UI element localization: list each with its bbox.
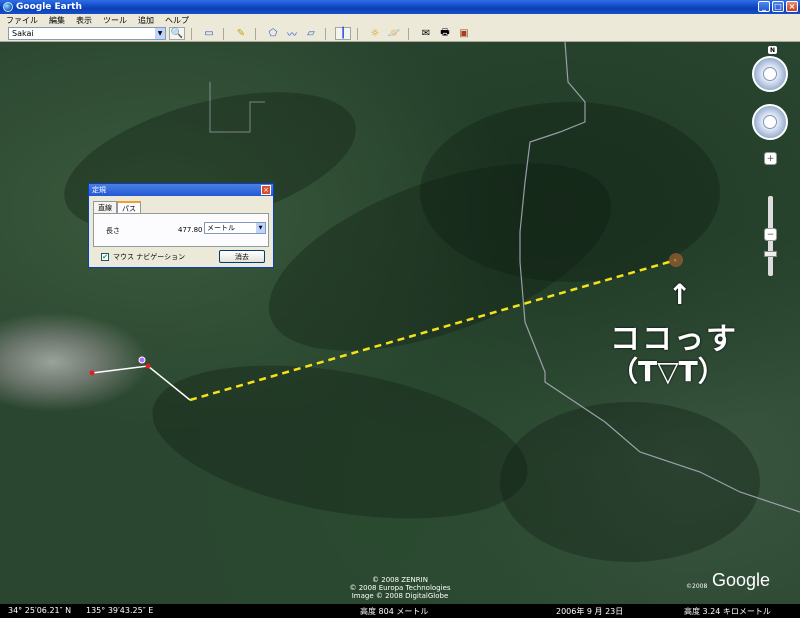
imagery-credits: © 2008 ZENRIN © 2008 Europa Technologies… bbox=[320, 576, 480, 600]
sunlight-button[interactable]: ☼ bbox=[367, 27, 383, 40]
ruler-close-button[interactable]: × bbox=[261, 185, 271, 195]
email-icon: ✉ bbox=[421, 28, 431, 39]
credit-line: © 2008 Europa Technologies bbox=[349, 584, 451, 592]
sunlight-icon: ☼ bbox=[370, 28, 380, 39]
print-button[interactable]: 🖶 bbox=[437, 27, 453, 40]
planet-button[interactable]: 🪐 bbox=[386, 27, 402, 40]
status-longitude: 135° 39′43.25″ E bbox=[86, 606, 154, 615]
menu-edit[interactable]: 編集 bbox=[49, 15, 65, 26]
credit-line: © 2008 ZENRIN bbox=[372, 576, 428, 584]
google-logo: Google bbox=[712, 570, 771, 590]
path-point[interactable] bbox=[89, 370, 95, 376]
close-button[interactable]: × bbox=[786, 1, 798, 12]
status-latitude: 34° 25′06.21″ N bbox=[8, 606, 72, 615]
dashed-path-line bbox=[189, 258, 677, 402]
map-icon: ▣ bbox=[459, 28, 469, 39]
print-icon: 🖶 bbox=[440, 27, 450, 38]
length-value: 477.80 bbox=[178, 226, 203, 234]
status-eye-altitude: 高度 3.24 キロメートル bbox=[684, 607, 771, 616]
overlay-icon: ▱ bbox=[307, 28, 315, 39]
status-bar: 34° 25′06.21″ N 135° 39′43.25″ E 高度 804 … bbox=[0, 604, 800, 618]
email-button[interactable]: ✉ bbox=[418, 27, 434, 40]
google-copyright: ©2008 bbox=[686, 583, 708, 590]
sidebar-icon: ▭ bbox=[204, 28, 214, 39]
eye-icon bbox=[763, 67, 777, 81]
search-value: Sakai bbox=[12, 29, 34, 38]
add-path-button[interactable]: 〰 bbox=[284, 27, 300, 41]
chevron-down-icon[interactable]: ▼ bbox=[155, 28, 165, 39]
zoom-slider-knob[interactable] bbox=[764, 251, 777, 257]
path-icon: 〰 bbox=[287, 30, 297, 41]
maximize-button[interactable]: □ bbox=[772, 1, 784, 12]
add-placemark-button[interactable]: ✎ bbox=[233, 27, 249, 40]
minimize-button[interactable]: _ bbox=[758, 1, 770, 12]
credit-line: Image © 2008 DigitalGlobe bbox=[351, 592, 449, 600]
ruler-icon: ┃ bbox=[339, 28, 347, 39]
toolbar: Sakai ▼ 🔍 ▭ ✎ ⬠ 〰 ▱ ┃ ☼ 🪐 ✉ 🖶 ▣ bbox=[0, 26, 800, 42]
status-altitude: 高度 804 メートル bbox=[360, 607, 429, 616]
tab-panel: 長さ 477.80 メートル ▼ bbox=[93, 213, 269, 247]
clear-button[interactable]: 消去 bbox=[219, 250, 265, 263]
move-navigation-control[interactable] bbox=[752, 104, 788, 140]
zoom-out-button[interactable]: − bbox=[764, 228, 777, 241]
chevron-down-icon[interactable]: ▼ bbox=[256, 223, 265, 233]
polygon-icon: ⬠ bbox=[268, 28, 278, 39]
annotation-arrow: ↑ bbox=[668, 278, 692, 311]
sidebar-toggle-button[interactable]: ▭ bbox=[201, 27, 217, 40]
menu-tools[interactable]: ツール bbox=[103, 15, 127, 26]
unit-value: メートル bbox=[207, 224, 235, 232]
status-date: 2006年 9 月 23日 bbox=[556, 607, 624, 616]
unit-select[interactable]: メートル ▼ bbox=[204, 222, 266, 234]
google-earth-icon bbox=[3, 2, 13, 12]
search-icon: 🔍 bbox=[170, 28, 184, 39]
menu-add[interactable]: 追加 bbox=[138, 15, 154, 26]
path-point[interactable] bbox=[145, 363, 151, 369]
earth-map-view[interactable]: ↑ ココっす （T▽T） bbox=[0, 42, 800, 604]
maps-button[interactable]: ▣ bbox=[456, 27, 472, 40]
ruler-button[interactable]: ┃ bbox=[335, 27, 351, 40]
menu-file[interactable]: ファイル bbox=[6, 15, 38, 26]
hand-icon bbox=[763, 115, 777, 129]
placemark-icon: ✎ bbox=[236, 28, 246, 39]
zoom-in-button[interactable]: + bbox=[764, 152, 777, 165]
search-button[interactable]: 🔍 bbox=[169, 27, 185, 40]
window-title: Google Earth bbox=[16, 2, 82, 12]
boundary-line-2 bbox=[209, 82, 265, 133]
menu-help[interactable]: ヘルプ bbox=[165, 15, 189, 26]
mouse-nav-checkbox[interactable]: ✔ bbox=[101, 253, 109, 261]
mouse-nav-label: マウス ナビゲーション bbox=[113, 253, 186, 261]
add-overlay-button[interactable]: ▱ bbox=[303, 27, 319, 40]
menu-bar: ファイル 編集 表示 ツール 追加 ヘルプ bbox=[0, 14, 800, 26]
title-bar: Google Earth _ □ × bbox=[0, 0, 800, 14]
annotation-text-2: （T▽T） bbox=[610, 355, 726, 388]
google-earth-window: Google Earth _ □ × ファイル 編集 表示 ツール 追加 ヘルプ… bbox=[0, 0, 800, 618]
ruler-dialog-title: 定規 bbox=[89, 184, 273, 196]
measure-path-line bbox=[91, 365, 191, 401]
menu-view[interactable]: 表示 bbox=[76, 15, 92, 26]
cursor-marker bbox=[138, 356, 146, 364]
add-polygon-button[interactable]: ⬠ bbox=[265, 27, 281, 40]
look-navigation-control[interactable] bbox=[752, 56, 788, 92]
length-label: 長さ bbox=[106, 227, 120, 235]
planet-icon: 🪐 bbox=[387, 28, 401, 39]
search-input[interactable]: Sakai ▼ bbox=[8, 27, 166, 40]
ruler-dialog: 定規 × 直線 パス 長さ 477.80 メートル ▼ ✔ マウス ナビゲーショ… bbox=[88, 183, 274, 268]
north-indicator[interactable]: N bbox=[768, 46, 777, 54]
target-site bbox=[669, 253, 683, 267]
